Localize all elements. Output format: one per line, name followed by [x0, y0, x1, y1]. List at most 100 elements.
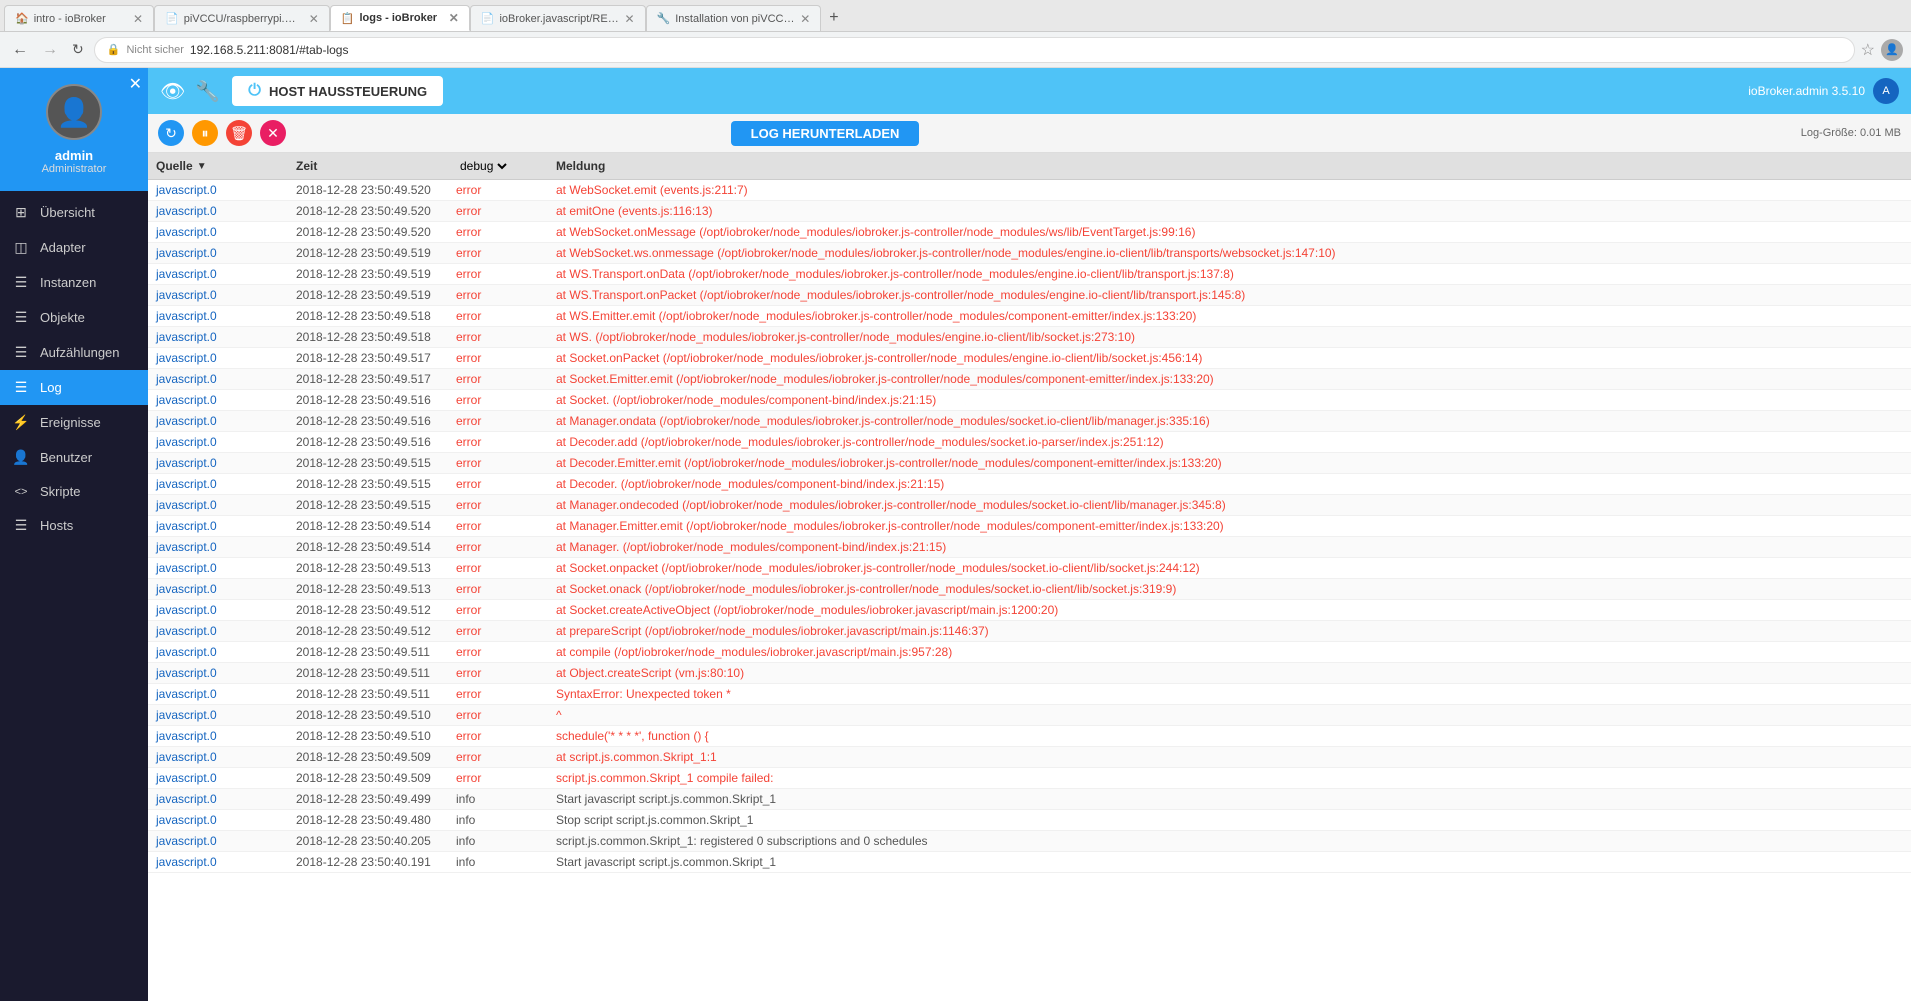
- sidebar-item-label: Objekte: [40, 310, 85, 325]
- pause-button[interactable]: ⏸: [192, 120, 218, 146]
- cell-time: 2018-12-28 23:50:49.520: [288, 201, 448, 221]
- cell-source: javascript.0: [148, 369, 288, 389]
- main-content: 👁 🔧 ⏻ HOST HAUSSTEUERUNG ioBroker.admin …: [148, 68, 1911, 1001]
- hosts-icon: ☰: [12, 517, 30, 534]
- cell-time: 2018-12-28 23:50:49.513: [288, 579, 448, 599]
- log-icon: ☰: [12, 379, 30, 396]
- users-icon: 👤: [12, 449, 30, 466]
- tab-close-icon-4[interactable]: ✕: [624, 12, 634, 26]
- log-toolbar: ↻ ⏸ 🗑 ✕ LOG HERUNTERLADEN Log-Größe: 0.0…: [148, 114, 1911, 153]
- sidebar-item-label: Übersicht: [40, 205, 95, 220]
- cell-time: 2018-12-28 23:50:49.513: [288, 558, 448, 578]
- top-bar-icons: 👁 🔧: [160, 79, 220, 104]
- wrench-icon[interactable]: 🔧: [195, 79, 220, 104]
- protocol-label: Nicht sicher: [126, 44, 183, 56]
- sidebar-item-log[interactable]: ☰ Log: [0, 370, 148, 405]
- cell-source: javascript.0: [148, 537, 288, 557]
- cell-time: 2018-12-28 23:50:49.510: [288, 705, 448, 725]
- col-time-label: Zeit: [296, 159, 317, 173]
- back-button[interactable]: ←: [8, 39, 32, 61]
- cell-message: at script.js.common.Skript_1:1: [548, 747, 1911, 767]
- sidebar-item-hosts[interactable]: ☰ Hosts: [0, 508, 148, 543]
- enum-icon: ☰: [12, 344, 30, 361]
- cell-level: error: [448, 768, 548, 788]
- table-row: javascript.0 2018-12-28 23:50:49.515 err…: [148, 495, 1911, 516]
- cell-level: error: [448, 348, 548, 368]
- cell-message: Start javascript script.js.common.Skript…: [548, 789, 1911, 809]
- cell-source: javascript.0: [148, 432, 288, 452]
- cell-message: script.js.common.Skript_1: registered 0 …: [548, 831, 1911, 851]
- address-bar: ← → ↻ 🔒 Nicht sicher 192.168.5.211:8081/…: [0, 32, 1911, 68]
- host-button[interactable]: ⏻ HOST HAUSSTEUERUNG: [232, 76, 443, 106]
- forward-button[interactable]: →: [38, 39, 62, 61]
- sidebar-item-benutzer[interactable]: 👤 Benutzer: [0, 440, 148, 475]
- sidebar-item-instanzen[interactable]: ☰ Instanzen: [0, 265, 148, 300]
- eye-icon[interactable]: 👁: [160, 79, 185, 104]
- cell-time: 2018-12-28 23:50:49.516: [288, 432, 448, 452]
- user-avatar-icon[interactable]: 👤: [1881, 39, 1903, 61]
- sidebar-item-skripte[interactable]: <> Skripte: [0, 475, 148, 508]
- table-row: javascript.0 2018-12-28 23:50:49.516 err…: [148, 432, 1911, 453]
- user-circle[interactable]: A: [1873, 78, 1899, 104]
- cell-level: error: [448, 369, 548, 389]
- clear-button[interactable]: 🗑: [226, 120, 252, 146]
- cell-time: 2018-12-28 23:50:49.499: [288, 789, 448, 809]
- cell-time: 2018-12-28 23:50:49.510: [288, 726, 448, 746]
- cell-time: 2018-12-28 23:50:49.517: [288, 369, 448, 389]
- sidebar-item-adapter[interactable]: ◫ Adapter: [0, 230, 148, 265]
- cell-level: info: [448, 810, 548, 830]
- cell-message: at Decoder.Emitter.emit (/opt/iobroker/n…: [548, 453, 1911, 473]
- cell-time: 2018-12-28 23:50:49.520: [288, 222, 448, 242]
- new-tab-button[interactable]: +: [821, 5, 846, 31]
- cell-message: at WebSocket.emit (events.js:211:7): [548, 180, 1911, 200]
- table-row: javascript.0 2018-12-28 23:50:49.514 err…: [148, 516, 1911, 537]
- scripts-icon: <>: [12, 486, 30, 498]
- cell-time: 2018-12-28 23:50:49.514: [288, 537, 448, 557]
- sidebar-item-aufzahlungen[interactable]: ☰ Aufzählungen: [0, 335, 148, 370]
- col-time: Zeit: [288, 153, 448, 179]
- refresh-button[interactable]: ↻: [158, 120, 184, 146]
- sidebar-item-label: Ereignisse: [40, 415, 101, 430]
- cell-source: javascript.0: [148, 726, 288, 746]
- cell-message: script.js.common.Skript_1 compile failed…: [548, 768, 1911, 788]
- sidebar-close-button[interactable]: ✕: [129, 74, 142, 94]
- level-select[interactable]: debug info warn error: [456, 158, 510, 174]
- tab-close-icon-3[interactable]: ✕: [449, 11, 459, 25]
- table-row: javascript.0 2018-12-28 23:50:49.510 err…: [148, 705, 1911, 726]
- tab-intro[interactable]: 🏠 intro - ioBroker ✕: [4, 5, 154, 31]
- col-message: Meldung: [548, 153, 1911, 179]
- reload-button[interactable]: ↻: [68, 39, 88, 60]
- table-header: Quelle ▼ Zeit debug info warn error Meld…: [148, 153, 1911, 180]
- tab-logs[interactable]: 📋 logs - ioBroker ✕: [330, 5, 470, 31]
- sidebar-item-objekte[interactable]: ☰ Objekte: [0, 300, 148, 335]
- address-input[interactable]: 🔒 Nicht sicher 192.168.5.211:8081/#tab-l…: [94, 37, 1855, 63]
- sort-source-icon[interactable]: ▼: [197, 161, 207, 172]
- sidebar-item-ereignisse[interactable]: ⚡ Ereignisse: [0, 405, 148, 440]
- cell-level: error: [448, 201, 548, 221]
- tab-pivccu[interactable]: 📄 piVCCU/raspberrypi.md at mast... ✕: [154, 5, 330, 31]
- download-log-button[interactable]: LOG HERUNTERLADEN: [731, 121, 920, 146]
- bookmark-icon[interactable]: ☆: [1861, 40, 1875, 60]
- delete-button[interactable]: ✕: [260, 120, 286, 146]
- table-row: javascript.0 2018-12-28 23:50:40.205 inf…: [148, 831, 1911, 852]
- tab-close-icon-2[interactable]: ✕: [309, 12, 319, 26]
- tab-close-icon-5[interactable]: ✕: [800, 12, 810, 26]
- cell-source: javascript.0: [148, 747, 288, 767]
- cell-source: javascript.0: [148, 663, 288, 683]
- tab-readme[interactable]: 📄 ioBroker.javascript/README.md... ✕: [470, 5, 646, 31]
- log-table: javascript.0 2018-12-28 23:50:49.520 err…: [148, 180, 1911, 1001]
- table-row: javascript.0 2018-12-28 23:50:49.520 err…: [148, 180, 1911, 201]
- cell-level: info: [448, 852, 548, 872]
- sidebar-item-ubersicht[interactable]: ⊞ Übersicht: [0, 195, 148, 230]
- tab-install[interactable]: 🔧 Installation von piVCCU fehlges... ✕: [646, 5, 822, 31]
- cell-message: at Socket.Emitter.emit (/opt/iobroker/no…: [548, 369, 1911, 389]
- col-source-label: Quelle: [156, 159, 193, 173]
- table-row: javascript.0 2018-12-28 23:50:49.517 err…: [148, 369, 1911, 390]
- cell-level: error: [448, 726, 548, 746]
- cell-message: at Socket.createActiveObject (/opt/iobro…: [548, 600, 1911, 620]
- cell-time: 2018-12-28 23:50:49.518: [288, 327, 448, 347]
- cell-source: javascript.0: [148, 558, 288, 578]
- sidebar-item-label: Adapter: [40, 240, 86, 255]
- tab-close-icon[interactable]: ✕: [133, 12, 143, 26]
- cell-message: at emitOne (events.js:116:13): [548, 201, 1911, 221]
